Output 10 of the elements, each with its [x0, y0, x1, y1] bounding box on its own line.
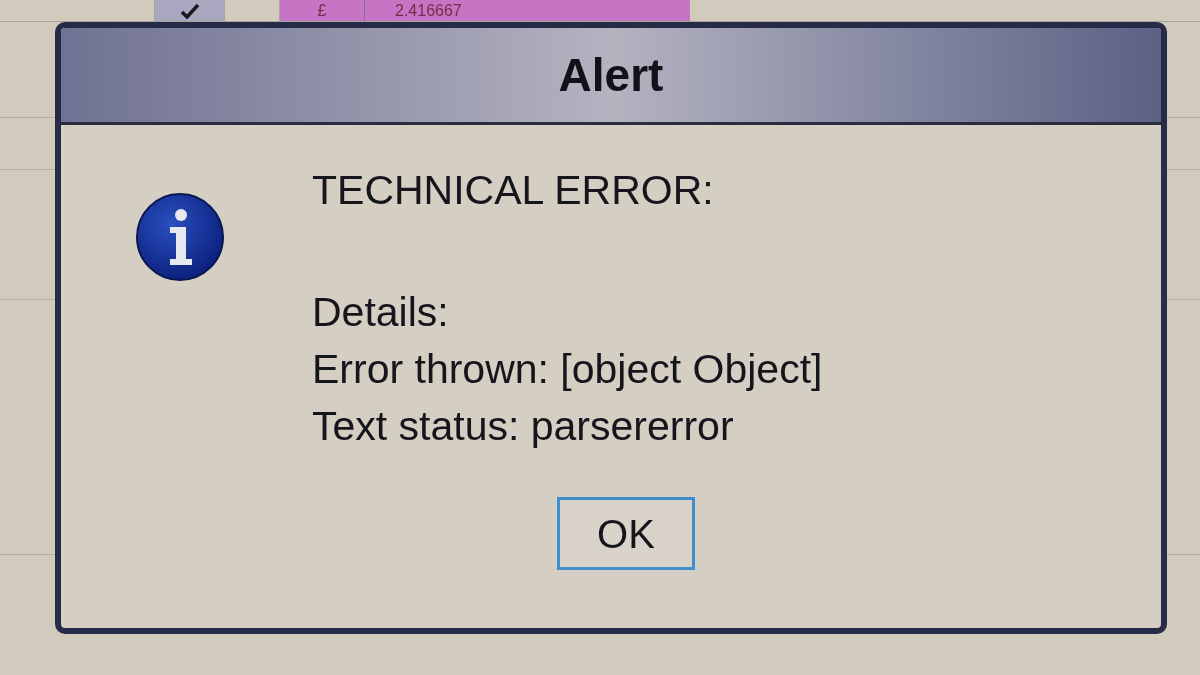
ok-button[interactable]: OK	[557, 497, 695, 570]
value-cell: 2.416667	[365, 0, 690, 21]
dialog-title: Alert	[558, 52, 664, 98]
details-label: Details:	[312, 288, 450, 337]
checkmark-icon	[179, 2, 200, 19]
currency-cell: £	[280, 0, 365, 21]
error-heading: TECHNICAL ERROR:	[312, 166, 715, 215]
detail-line: Text status: parsererror	[312, 402, 735, 451]
detail-line: Error thrown: [object Object]	[312, 345, 823, 394]
info-icon	[136, 193, 224, 281]
